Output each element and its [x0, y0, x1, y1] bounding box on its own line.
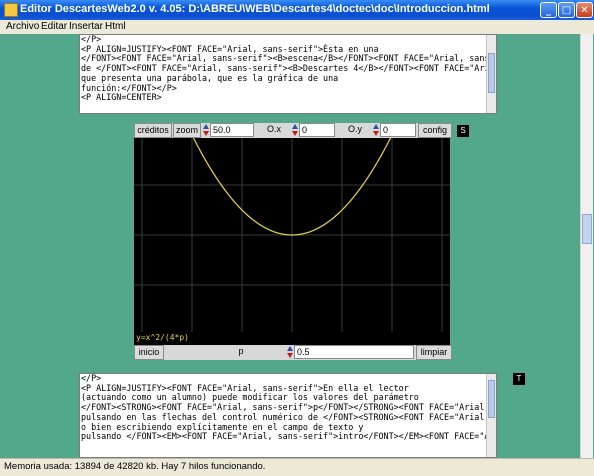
code-text: </P> <P ALIGN=JUSTIFY><FONT FACE="Arial, …: [80, 374, 496, 442]
scene-toolbar: créditos zoom 50.0 O.x 0 O.y 0 config: [134, 123, 452, 138]
function-label: y=x^2/(4*p): [134, 332, 450, 345]
ox-label: O.x: [266, 124, 281, 134]
zoom-spinner[interactable]: [202, 123, 210, 138]
scene-controls: inicio p 0.5 limpiar: [134, 345, 452, 360]
scroll-thumb[interactable]: [488, 53, 495, 93]
oy-input[interactable]: 0: [380, 123, 416, 137]
menu-bar: Archivo Editar Insertar Html: [0, 20, 594, 34]
bottom-code-editor[interactable]: </P> <P ALIGN=JUSTIFY><FONT FACE="Arial, …: [79, 373, 497, 458]
code-line: pulsando </FONT><EM><FONT FACE="Arial, s…: [81, 431, 497, 442]
arrow-down-icon[interactable]: [292, 131, 298, 136]
title-bar: Editor DescartesWeb2.0 v. 4.05: D:\ABREU…: [0, 0, 594, 20]
zoom-input[interactable]: 50.0: [210, 123, 254, 137]
ox-spinner[interactable]: [291, 123, 299, 138]
graph-area[interactable]: [134, 0, 450, 332]
close-button[interactable]: ✕: [576, 2, 593, 18]
top-code-scrollbar[interactable]: [486, 35, 496, 113]
status-bar: Memoria usada: 13894 de 42820 kb. Hay 7 …: [0, 458, 594, 476]
code-line: <P ALIGN=CENTER>: [81, 92, 162, 103]
menu-html[interactable]: Html: [105, 21, 126, 32]
p-spinner[interactable]: [286, 345, 294, 360]
menu-editar[interactable]: Editar: [41, 21, 67, 32]
arrow-up-icon[interactable]: [373, 124, 379, 129]
inicio-button[interactable]: inicio: [134, 345, 164, 360]
arrow-up-icon[interactable]: [287, 346, 293, 351]
arrow-down-icon[interactable]: [287, 353, 293, 358]
code-text: </P> <P ALIGN=JUSTIFY><FONT FACE="Arial, …: [80, 35, 496, 103]
document-scrollbar[interactable]: [580, 34, 593, 458]
top-code-editor[interactable]: </P> <P ALIGN=JUSTIFY><FONT FACE="Arial, …: [79, 34, 497, 114]
arrow-down-icon[interactable]: [373, 131, 379, 136]
s-button[interactable]: S: [457, 125, 469, 137]
scroll-thumb[interactable]: [488, 380, 495, 418]
oy-label: O.y: [347, 124, 362, 134]
arrow-up-icon[interactable]: [203, 124, 209, 129]
minimize-button[interactable]: _: [540, 2, 557, 18]
creditos-button[interactable]: créditos: [134, 123, 172, 138]
arrow-up-icon[interactable]: [292, 124, 298, 129]
scroll-thumb[interactable]: [582, 214, 592, 244]
arrow-down-icon[interactable]: [203, 131, 209, 136]
memory-status: Memoria usada: 13894 de 42820 kb. Hay 7 …: [4, 461, 266, 472]
parabola-graph: [134, 0, 450, 332]
bottom-code-scrollbar[interactable]: [486, 374, 496, 457]
maximize-button[interactable]: □: [558, 2, 575, 18]
config-button[interactable]: config: [418, 123, 452, 138]
window-title: Editor DescartesWeb2.0 v. 4.05: D:\ABREU…: [20, 3, 490, 15]
limpiar-button[interactable]: limpiar: [416, 345, 452, 360]
ox-input[interactable]: 0: [299, 123, 335, 137]
app-icon: [4, 3, 18, 17]
menu-insertar[interactable]: Insertar: [69, 21, 103, 32]
zoom-label: zoom: [173, 123, 201, 138]
p-input[interactable]: 0.5: [294, 345, 414, 359]
menu-archivo[interactable]: Archivo: [6, 21, 39, 32]
oy-spinner[interactable]: [372, 123, 380, 138]
t-button[interactable]: T: [513, 373, 525, 385]
